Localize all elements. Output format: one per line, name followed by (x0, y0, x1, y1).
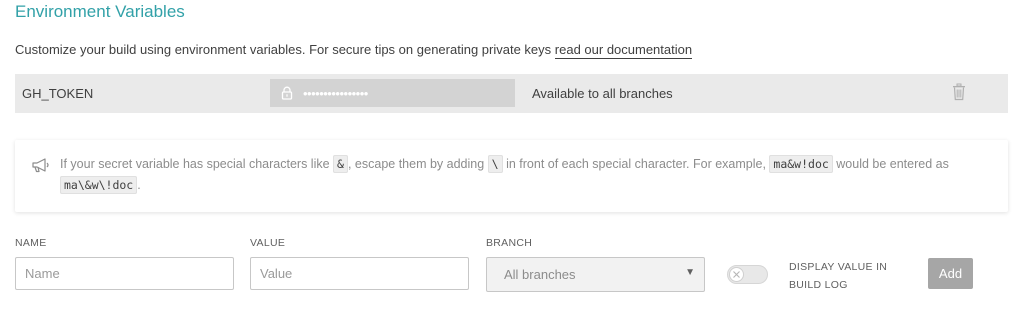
toggle-knob (729, 267, 744, 282)
env-var-value-masked: •••••••••••••••• (270, 79, 515, 107)
code-example-escaped: ma\&w\!doc (60, 176, 138, 194)
branch-selected-value: All branches (504, 267, 576, 282)
notice-part: in front of each special character. For … (502, 157, 770, 171)
section-title: Environment Variables (15, 2, 185, 21)
documentation-link[interactable]: read our documentation (554, 42, 693, 59)
env-var-branch: Available to all branches (532, 86, 673, 101)
notice-text: If your secret variable has special char… (60, 154, 994, 196)
display-value-toggle[interactable] (727, 265, 768, 284)
special-characters-notice: If your secret variable has special char… (15, 140, 1008, 212)
add-button[interactable]: Add (928, 258, 973, 289)
env-var-row: GH_TOKEN •••••••••••••••• Available to a… (15, 74, 1008, 113)
notice-part: would be entered as (832, 157, 949, 171)
notice-part: If your secret variable has special char… (60, 157, 334, 171)
code-backslash: \ (487, 155, 503, 173)
env-vars-page: Environment Variables Customize your bui… (0, 0, 1023, 323)
intro-description: Customize your build using environment v… (15, 42, 555, 57)
intro-text: Customize your build using environment v… (15, 42, 693, 59)
display-value-label: DISPLAY VALUE IN BUILD LOG (789, 261, 888, 291)
env-var-name: GH_TOKEN (22, 86, 94, 101)
close-icon (733, 271, 740, 278)
megaphone-icon (31, 157, 51, 173)
lock-icon (280, 86, 294, 100)
notice-part: . (137, 178, 141, 192)
value-label: VALUE (250, 237, 286, 249)
notice-part: , escape them by adding (347, 157, 488, 171)
branch-select[interactable]: All branches ▼ (486, 257, 705, 292)
masked-value: •••••••••••••••• (303, 86, 368, 101)
name-label: NAME (15, 237, 47, 249)
branch-label: BRANCH (486, 237, 533, 249)
value-input[interactable] (250, 257, 469, 290)
code-ampersand: & (333, 155, 348, 173)
code-example-input: ma&w!doc (769, 155, 833, 173)
trash-icon[interactable] (952, 83, 966, 101)
dropdown-caret-icon: ▼ (685, 267, 695, 278)
name-input[interactable] (15, 257, 234, 290)
